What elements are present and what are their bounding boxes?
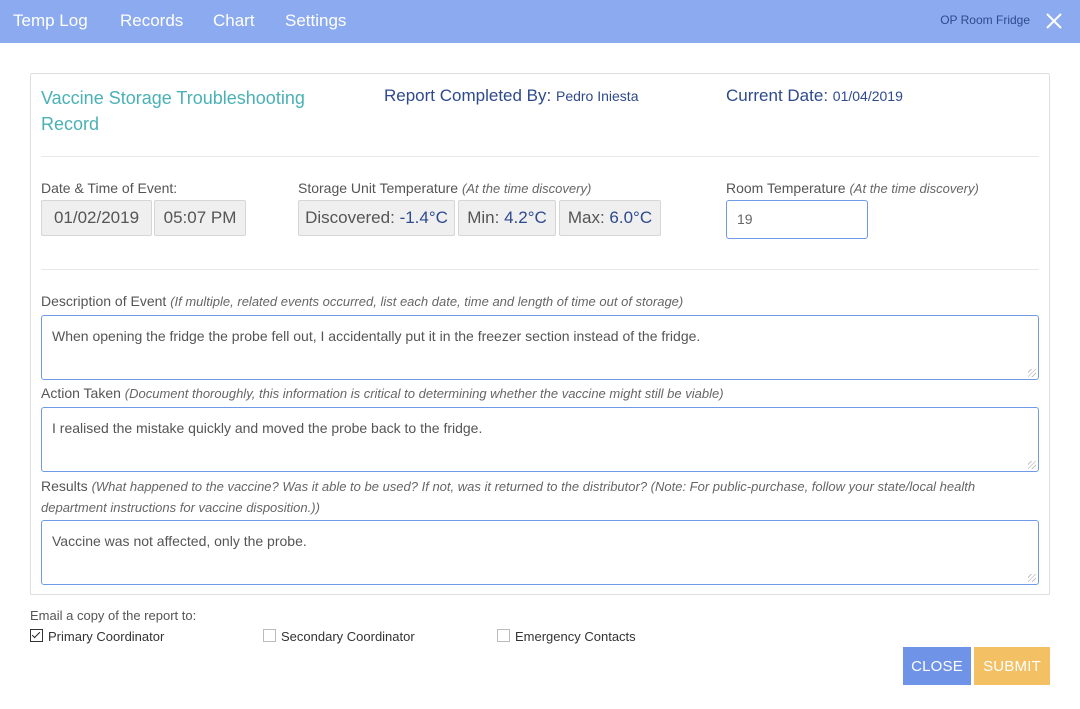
checkbox-checked-icon[interactable] xyxy=(30,629,43,642)
action-textarea[interactable]: I realised the mistake quickly and moved… xyxy=(41,407,1039,472)
event-datetime-label: Date & Time of Event: xyxy=(41,180,178,196)
discovered-temp-field[interactable]: Discovered: -1.4°C xyxy=(298,200,455,236)
top-nav-bar: Temp Log Records Chart Settings OP Room … xyxy=(0,0,1080,43)
close-icon[interactable] xyxy=(1042,8,1066,34)
event-date-field[interactable]: 01/02/2019 xyxy=(41,200,152,236)
nav-chart[interactable]: Chart xyxy=(213,11,255,31)
nav-settings[interactable]: Settings xyxy=(285,11,346,31)
action-label-text: Action Taken xyxy=(41,385,121,401)
results-hint: (What happened to the vaccine? Was it ab… xyxy=(41,479,976,515)
action-hint: (Document thoroughly, this information i… xyxy=(124,386,724,401)
results-label: Results (What happened to the vaccine? W… xyxy=(41,476,1001,518)
current-date: Current Date: 01/04/2019 xyxy=(726,86,903,106)
description-label-text: Description of Event xyxy=(41,293,167,309)
checkbox-primary-coordinator[interactable]: Primary Coordinator xyxy=(30,629,164,644)
action-text: I realised the mistake quickly and moved… xyxy=(52,420,483,436)
results-label-text: Results xyxy=(41,478,88,494)
page-title: Vaccine Storage Troubleshooting Record xyxy=(41,88,305,134)
results-textarea[interactable]: Vaccine was not affected, only the probe… xyxy=(41,520,1039,585)
current-date-label: Current Date: xyxy=(726,86,829,105)
checkbox-unchecked-icon[interactable] xyxy=(263,629,276,642)
divider xyxy=(41,156,1039,157)
completed-by-value: Pedro Iniesta xyxy=(555,88,639,104)
description-text: When opening the fridge the probe fell o… xyxy=(52,328,701,344)
checkbox-secondary-coordinator[interactable]: Secondary Coordinator xyxy=(263,629,415,644)
max-value: 6.0°C xyxy=(609,208,653,227)
description-label: Description of Event (If multiple, relat… xyxy=(41,293,683,309)
resize-handle-icon[interactable] xyxy=(1028,369,1036,377)
checkbox-unchecked-icon[interactable] xyxy=(497,629,510,642)
description-hint: (If multiple, related events occurred, l… xyxy=(170,294,684,309)
discovered-value: -1.4°C xyxy=(399,208,448,227)
current-date-value: 01/04/2019 xyxy=(832,88,903,104)
email-copy-label: Email a copy of the report to: xyxy=(30,608,197,623)
checkbox-label: Emergency Contacts xyxy=(515,629,636,644)
room-temp-label: Room Temperature (At the time discovery) xyxy=(726,180,979,196)
checkbox-emergency-contacts[interactable]: Emergency Contacts xyxy=(497,629,636,644)
discovered-label: Discovered: xyxy=(305,208,395,227)
action-label: Action Taken (Document thoroughly, this … xyxy=(41,385,724,401)
storage-temp-label: Storage Unit Temperature (At the time di… xyxy=(298,180,591,196)
max-label: Max: xyxy=(567,208,605,227)
min-label: Min: xyxy=(467,208,500,227)
checkbox-label: Primary Coordinator xyxy=(48,629,165,644)
completed-by: Report Completed By: Pedro Iniesta xyxy=(384,86,638,106)
room-temp-input[interactable]: 19 xyxy=(726,200,868,239)
results-text: Vaccine was not affected, only the probe… xyxy=(52,533,307,549)
resize-handle-icon[interactable] xyxy=(1028,574,1036,582)
min-value: 4.2°C xyxy=(504,208,547,227)
divider xyxy=(41,269,1039,270)
event-time-field[interactable]: 05:07 PM xyxy=(154,200,246,236)
close-button[interactable]: CLOSE xyxy=(903,647,971,685)
room-temp-label-text: Room Temperature xyxy=(726,180,846,196)
report-card: Vaccine Storage Troubleshooting Record R… xyxy=(30,73,1050,595)
completed-by-label: Report Completed By: xyxy=(384,86,552,105)
max-temp-field[interactable]: Max: 6.0°C xyxy=(559,200,661,236)
storage-temp-hint: (At the time discovery) xyxy=(461,181,592,196)
description-textarea[interactable]: When opening the fridge the probe fell o… xyxy=(41,315,1039,380)
checkbox-label: Secondary Coordinator xyxy=(281,629,415,644)
min-temp-field[interactable]: Min: 4.2°C xyxy=(458,200,556,236)
fridge-name: OP Room Fridge xyxy=(940,13,1030,27)
submit-button[interactable]: SUBMIT xyxy=(974,647,1050,685)
nav-temp-log[interactable]: Temp Log xyxy=(13,11,88,31)
nav-records[interactable]: Records xyxy=(120,11,183,31)
room-temp-hint: (At the time discovery) xyxy=(849,181,979,196)
storage-temp-label-text: Storage Unit Temperature xyxy=(298,180,459,196)
resize-handle-icon[interactable] xyxy=(1028,461,1036,469)
